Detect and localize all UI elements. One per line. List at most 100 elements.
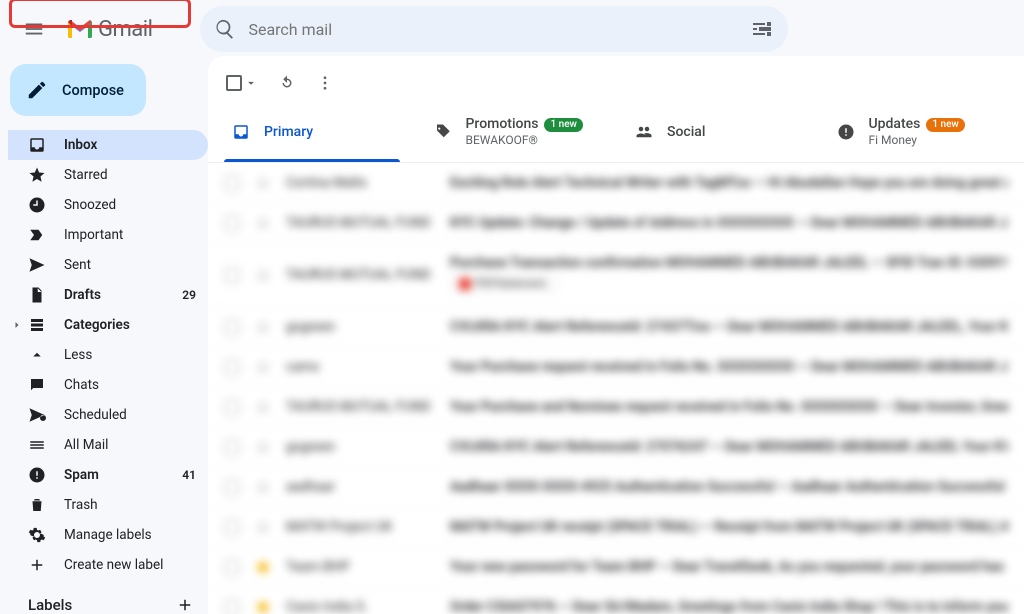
- category-tabs: PrimaryPromotions1 newBEWAKOOF®SocialUpd…: [208, 106, 1024, 163]
- mail-subject: CVLKRA KYC Alert ReferenceId: 27076247 —…: [450, 439, 1008, 455]
- mail-row[interactable]: Team BHP Your new password for Team BHP —…: [208, 547, 1024, 587]
- sidebar-item-label: Starred: [64, 167, 196, 183]
- managelabels-icon: [28, 526, 46, 544]
- sidebar-item-snoozed[interactable]: Snoozed: [8, 190, 208, 220]
- sidebar-item-allmail[interactable]: All Mail: [8, 430, 208, 460]
- mail-sender: TAURUS MUTUAL FUND: [286, 267, 436, 283]
- gmail-logo-icon: [66, 18, 94, 40]
- mail-sender: Cortina Malts: [286, 175, 436, 191]
- search-bar[interactable]: [200, 6, 788, 52]
- mail-row[interactable]: MATW Project UKMATW Project UK receipt (…: [208, 507, 1024, 547]
- sidebar-item-important[interactable]: Important: [8, 220, 208, 250]
- row-checkbox[interactable]: [224, 519, 240, 535]
- mail-subject: Purchase Transaction confirmation MOHAMM…: [450, 255, 1008, 294]
- star-button[interactable]: [254, 438, 272, 456]
- tab-subtitle: Fi Money: [869, 133, 965, 147]
- mail-subject: MATW Project UK receipt (SPACE TRIAL) — …: [450, 519, 1008, 535]
- tab-updates[interactable]: Updates1 newFi Money: [823, 106, 1024, 162]
- sidebar-item-scheduled[interactable]: Scheduled: [8, 400, 208, 430]
- select-all-checkbox[interactable]: [226, 75, 258, 91]
- main-menu-button[interactable]: [14, 9, 54, 49]
- search-options-icon[interactable]: [750, 17, 774, 41]
- sidebar-item-starred[interactable]: Starred: [8, 160, 208, 190]
- createlabel-icon: [28, 556, 46, 574]
- mail-sender: TAURUS MUTUAL FUND: [286, 399, 436, 415]
- sidebar-item-less[interactable]: Less: [8, 340, 208, 370]
- add-label-icon[interactable]: [176, 596, 194, 614]
- star-button[interactable]: [254, 558, 272, 576]
- star-button[interactable]: [254, 174, 272, 192]
- mail-sender: gogreen: [286, 319, 436, 335]
- sidebar-item-chats[interactable]: Chats: [8, 370, 208, 400]
- sidebar-item-inbox[interactable]: Inbox: [8, 130, 208, 160]
- mail-row[interactable]: TAURUS MUTUAL FUND KYC Update: Change / U…: [208, 203, 1024, 243]
- sidebar-item-managelabels[interactable]: Manage labels: [8, 520, 208, 550]
- mail-row[interactable]: gogreenCVLKRA KYC Alert ReferenceId: 270…: [208, 427, 1024, 467]
- star-button[interactable]: [254, 598, 272, 614]
- mail-subject: Order CSIA07976 — Dear Sir/Madam, Greeti…: [450, 599, 1008, 614]
- checkbox-icon: [226, 75, 242, 91]
- star-button[interactable]: [254, 214, 272, 232]
- sidebar-item-spam[interactable]: Spam41: [8, 460, 208, 490]
- sidebar-item-label: Inbox: [64, 137, 196, 153]
- mail-row[interactable]: camsYour Purchase request received in Fo…: [208, 347, 1024, 387]
- sidebar-item-label: Drafts: [64, 287, 164, 303]
- sidebar-item-label: Spam: [64, 467, 164, 483]
- star-button[interactable]: [254, 358, 272, 376]
- star-button[interactable]: [254, 266, 272, 284]
- scheduled-icon: [28, 406, 46, 424]
- trash-icon: [28, 496, 46, 514]
- mail-sender: TAURUS MUTUAL FUND: [286, 215, 436, 231]
- gmail-logo[interactable]: Gmail: [62, 17, 152, 42]
- labels-heading: Labels: [8, 580, 208, 614]
- mail-row[interactable]: Casio India S.Order CSIA07976 — Dear Sir…: [208, 587, 1024, 614]
- mail-subject: KYC Update: Change / Update of Address i…: [450, 215, 1008, 231]
- sidebar-item-categories[interactable]: Categories: [8, 310, 208, 340]
- mail-subject: CVLKRA KYC Alert ReferenceId: 27437Tiss …: [450, 319, 1008, 335]
- tab-promotions[interactable]: Promotions1 newBEWAKOOF®: [420, 106, 622, 162]
- star-button[interactable]: [254, 518, 272, 536]
- row-checkbox[interactable]: [224, 215, 240, 231]
- sidebar-item-trash[interactable]: Trash: [8, 490, 208, 520]
- tab-title: Promotions: [466, 116, 539, 133]
- row-checkbox[interactable]: [224, 267, 240, 283]
- attachment-chip[interactable]: PDFStatement.: [450, 275, 558, 292]
- star-button[interactable]: [254, 478, 272, 496]
- row-checkbox[interactable]: [224, 319, 240, 335]
- tab-social[interactable]: Social: [621, 106, 823, 162]
- mail-sender: aadhaar: [286, 479, 436, 495]
- mail-row[interactable]: Cortina MaltsExciting Role Alert Technic…: [208, 163, 1024, 203]
- sidebar-item-label: Categories: [64, 317, 196, 333]
- pencil-icon: [26, 79, 48, 101]
- row-checkbox[interactable]: [224, 479, 240, 495]
- tab-primary[interactable]: Primary: [218, 106, 420, 162]
- less-icon: [28, 346, 46, 364]
- star-button[interactable]: [254, 318, 272, 336]
- sidebar-item-drafts[interactable]: Drafts29: [8, 280, 208, 310]
- compose-button[interactable]: Compose: [10, 64, 146, 116]
- row-checkbox[interactable]: [224, 175, 240, 191]
- mail-sender: Team BHP: [286, 559, 436, 575]
- mail-row[interactable]: TAURUS MUTUAL FUNDYour Purchase and Nomi…: [208, 387, 1024, 427]
- sidebar-item-createlabel[interactable]: Create new label: [8, 550, 208, 580]
- mail-row[interactable]: TAURUS MUTUAL FUND Purchase Transaction c…: [208, 243, 1024, 307]
- mail-row[interactable]: aadhaarAadhaar XXXX-XXXX-4925 Authentica…: [208, 467, 1024, 507]
- row-checkbox[interactable]: [224, 559, 240, 575]
- sidebar-item-label: All Mail: [64, 437, 196, 453]
- sidebar-item-sent[interactable]: Sent: [8, 250, 208, 280]
- star-button[interactable]: [254, 398, 272, 416]
- spam-icon: [28, 466, 46, 484]
- row-checkbox[interactable]: [224, 599, 240, 614]
- row-checkbox[interactable]: [224, 399, 240, 415]
- sidebar-item-label: Important: [64, 227, 196, 243]
- mail-subject: Your new password for Team BHP — Dear Tr…: [450, 559, 1008, 575]
- mail-toolbar: [208, 56, 1024, 106]
- mail-row[interactable]: gogreen CVLKRA KYC Alert ReferenceId: 274…: [208, 307, 1024, 347]
- dropdown-arrow-icon: [244, 76, 258, 90]
- row-checkbox[interactable]: [224, 359, 240, 375]
- more-button[interactable]: [316, 74, 334, 92]
- tab-badge: 1 new: [926, 118, 965, 132]
- row-checkbox[interactable]: [224, 439, 240, 455]
- search-input[interactable]: [248, 20, 750, 39]
- refresh-button[interactable]: [278, 74, 296, 92]
